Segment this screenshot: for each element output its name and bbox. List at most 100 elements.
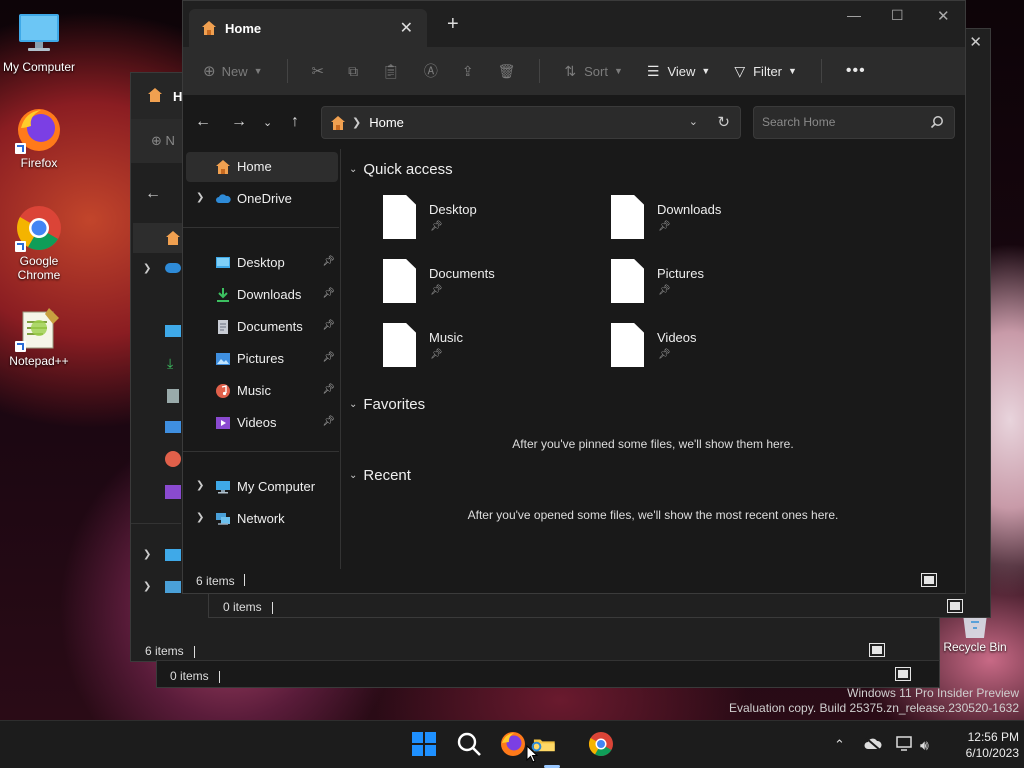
filter-button[interactable]: ▽ Filter ▼: [734, 63, 797, 80]
quick-access-item-pictures[interactable]: Pictures 📌︎: [611, 259, 831, 311]
collapse-chevron-icon: ⌄: [349, 470, 358, 481]
tab-title: Home: [225, 20, 262, 36]
pin-icon[interactable]: 📌︎: [322, 416, 335, 427]
quick-access-header[interactable]: ⌄ Quick access: [349, 161, 453, 178]
pin-icon[interactable]: 📌︎: [322, 352, 335, 363]
view-button[interactable]: ☰ View ▼: [647, 63, 710, 80]
close-tab-icon[interactable]: ✕: [400, 18, 413, 38]
recent-header[interactable]: ⌄ Recent: [349, 467, 411, 484]
sidebar-item-videos[interactable]: Videos 📌︎: [183, 408, 339, 438]
sidebar-item-downloads[interactable]: Downloads 📌︎: [183, 280, 339, 310]
search-icon[interactable]: [456, 731, 482, 757]
desktop-icon-google-chrome[interactable]: Google Chrome: [1, 204, 77, 282]
sort-button[interactable]: ⇅ Sort ▼: [564, 63, 623, 80]
copy-button[interactable]: ⧉: [348, 63, 358, 80]
sidebar-item-network[interactable]: ❯ Network: [183, 504, 339, 534]
pin-icon: 📌︎: [658, 349, 671, 360]
desktop-icon-firefox[interactable]: Firefox: [1, 106, 77, 170]
close-window-button[interactable]: ✕: [937, 7, 950, 25]
expand-chevron-icon[interactable]: ❯: [196, 192, 204, 203]
chrome-icon[interactable]: [588, 731, 614, 757]
system-clock[interactable]: 12:56 PM 6/10/2023: [966, 729, 1019, 761]
file-explorer-window[interactable]: Home ✕ + — ☐ ✕ ⊕ New ▼ ✂ ⧉ 📋︎ Ⓐ ⇪ 🗑︎ ⇅ So…: [182, 0, 966, 594]
start-button-windows-icon[interactable]: [411, 731, 437, 757]
background-view-toggles[interactable]: [947, 599, 963, 613]
pin-icon[interactable]: 📌︎: [322, 256, 335, 267]
clock-date: 6/10/2023: [965, 746, 1019, 760]
favorites-header[interactable]: ⌄ Favorites: [349, 396, 425, 413]
sidebar-item-home[interactable]: Home: [186, 152, 338, 182]
quick-access-item-music[interactable]: Music 📌︎: [383, 323, 603, 375]
paste-button[interactable]: 📋︎: [382, 63, 400, 80]
view-toggles[interactable]: [921, 573, 937, 587]
quick-access-item-downloads[interactable]: Downloads 📌︎: [611, 195, 831, 247]
title-bar[interactable]: Home ✕ + — ☐ ✕: [183, 1, 965, 47]
search-box[interactable]: [753, 106, 955, 139]
network-ethernet-icon[interactable]: [896, 736, 914, 752]
desktop-icon-notepad-plus-plus[interactable]: Notepad++: [1, 304, 77, 368]
pin-icon[interactable]: 📌︎: [322, 320, 335, 331]
sidebar-item-my-computer[interactable]: ❯ My Computer: [183, 472, 339, 502]
network-icon: [216, 513, 230, 525]
delete-button[interactable]: 🗑︎: [498, 63, 516, 80]
file-icon: [383, 195, 416, 239]
expand-chevron-icon[interactable]: ❯: [196, 512, 204, 523]
tiles-view-icon[interactable]: [895, 667, 911, 681]
sidebar-item-onedrive[interactable]: ❯ OneDrive: [183, 184, 339, 214]
rename-button[interactable]: Ⓐ: [424, 61, 438, 81]
background-view-toggles[interactable]: [869, 643, 885, 657]
expand-chevron-icon: ❯: [143, 581, 152, 592]
file-icon: [611, 195, 644, 239]
forward-button[interactable]: →: [231, 113, 247, 131]
shortcut-arrow-icon: [15, 241, 26, 252]
breadcrumb-home[interactable]: Home: [369, 115, 404, 130]
background-status-bar: 0 items: [170, 669, 220, 683]
pin-icon: 📌︎: [430, 285, 443, 296]
quick-access-item-videos[interactable]: Videos 📌︎: [611, 323, 831, 375]
sidebar-item-desktop[interactable]: Desktop 📌︎: [183, 248, 339, 278]
sidebar-item-music[interactable]: Music 📌︎: [183, 376, 339, 406]
background-sidebar: ❯ ⤓ ❯ ❯: [131, 223, 183, 623]
background-view-toggles[interactable]: [895, 667, 911, 681]
quick-access-item-desktop[interactable]: Desktop 📌︎: [383, 195, 603, 247]
expand-chevron-icon[interactable]: ❯: [196, 480, 204, 491]
back-button[interactable]: ←: [195, 113, 211, 131]
toolbar-divider: [539, 59, 541, 83]
background-explorer-window[interactable]: 0 items: [156, 660, 940, 688]
address-bar[interactable]: ❯ Home ⌄ ↻: [321, 106, 741, 139]
recent-locations-button[interactable]: ⌄: [263, 116, 272, 129]
refresh-icon[interactable]: ↻: [717, 113, 730, 131]
share-button[interactable]: ⇪: [462, 63, 474, 80]
close-icon[interactable]: ✕: [969, 33, 982, 51]
home-icon: [166, 231, 180, 245]
minimize-button[interactable]: —: [847, 7, 861, 23]
tiles-view-icon[interactable]: [869, 643, 885, 657]
maximize-button[interactable]: ☐: [891, 7, 904, 24]
recent-empty-message: After you've opened some files, we'll sh…: [467, 508, 839, 522]
sidebar-item-pictures[interactable]: Pictures 📌︎: [183, 344, 339, 374]
volume-icon[interactable]: 🔊︎: [920, 737, 929, 754]
tiles-view-icon[interactable]: [947, 599, 963, 613]
item-count: 6 items: [196, 574, 235, 588]
firefox-icon[interactable]: [500, 731, 526, 757]
onedrive-offline-icon[interactable]: [864, 737, 882, 751]
show-hidden-icons-chevron-icon[interactable]: ⌃: [834, 737, 845, 753]
more-options-button[interactable]: •••: [846, 62, 866, 80]
new-tab-button[interactable]: +: [447, 13, 459, 36]
new-button[interactable]: ⊕ New ▼: [203, 62, 263, 80]
cut-button[interactable]: ✂: [312, 62, 325, 80]
tab-home[interactable]: Home ✕: [189, 9, 427, 47]
pin-icon: 📌︎: [430, 221, 443, 232]
up-button[interactable]: ↑: [291, 113, 299, 131]
pin-icon[interactable]: 📌︎: [322, 384, 335, 395]
sidebar-item-documents[interactable]: Documents 📌︎: [183, 312, 339, 342]
background-new-button: ⊕ N: [151, 133, 175, 148]
desktop-icon-my-computer[interactable]: My Computer: [1, 10, 77, 74]
tiles-view-icon[interactable]: [921, 573, 937, 587]
quick-access-item-documents[interactable]: Documents 📌︎: [383, 259, 603, 311]
background-tab-title: H: [173, 89, 183, 104]
search-input[interactable]: [762, 115, 922, 129]
pin-icon[interactable]: 📌︎: [322, 288, 335, 299]
address-dropdown-icon[interactable]: ⌄: [689, 115, 698, 128]
file-icon: [611, 259, 644, 303]
